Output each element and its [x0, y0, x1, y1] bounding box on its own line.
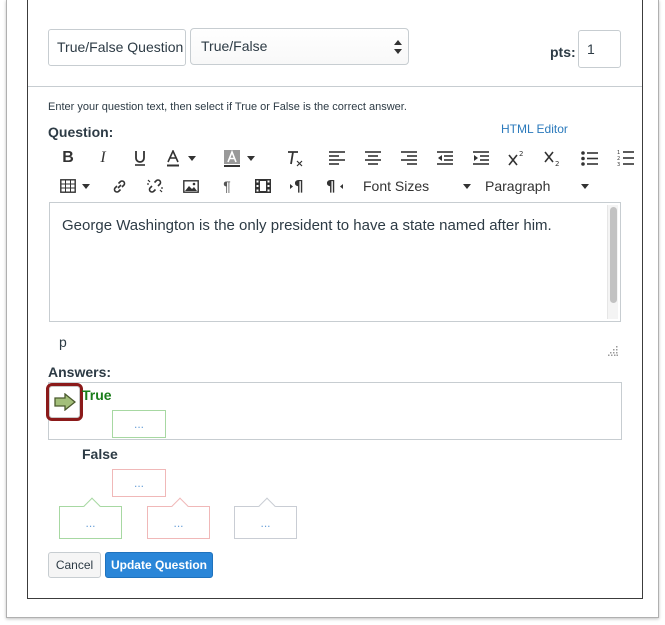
align-right-icon[interactable] [398, 146, 420, 170]
question-name-input[interactable]: True/False Question [48, 29, 186, 66]
editor-toolbar-row-1: B I 2 2 1 2 3 [48, 146, 634, 172]
answer-true-comment[interactable]: ... [112, 410, 166, 438]
select-correct-answer-button[interactable] [46, 383, 83, 421]
points-input[interactable]: 1 [578, 30, 621, 68]
answer-true-label: True [82, 387, 112, 403]
outdent-icon[interactable] [434, 146, 456, 170]
paragraph-mark-icon[interactable]: ¶ [216, 174, 238, 198]
bubble-notch [171, 497, 189, 515]
question-editor-panel: True/False Question True/False pts: 1 En… [27, 0, 643, 599]
ltr-icon[interactable]: ¶ [288, 174, 310, 198]
question-header: True/False Question True/False pts: 1 [28, 0, 642, 87]
answer-false-comment[interactable]: ... [112, 469, 166, 497]
question-type-value: True/False [201, 38, 268, 54]
editor-scrollbar[interactable] [607, 205, 618, 319]
question-text[interactable]: George Washington is the only president … [62, 217, 552, 234]
indent-icon[interactable] [470, 146, 492, 170]
align-left-icon[interactable] [326, 146, 348, 170]
right-arrow-icon [53, 393, 76, 411]
rtl-icon[interactable]: ¶ [324, 174, 346, 198]
update-question-button[interactable]: Update Question [105, 552, 213, 578]
comment-placeholder: ... [133, 476, 144, 490]
unlink-icon[interactable] [144, 174, 166, 198]
editor-path-indicator: p [59, 334, 67, 350]
paragraph-dropdown[interactable]: Paragraph [485, 174, 605, 198]
font-sizes-label: Font Sizes [363, 178, 430, 194]
bubble-notch [83, 497, 101, 515]
bubble-notch [258, 497, 276, 515]
comment-placeholder: ... [85, 515, 96, 530]
align-center-icon[interactable] [362, 146, 384, 170]
numbered-list-icon[interactable]: 123 [614, 146, 636, 170]
svg-text:2: 2 [555, 160, 559, 166]
italic-icon[interactable]: I [93, 146, 113, 170]
image-icon[interactable] [180, 174, 202, 198]
question-type-select[interactable]: True/False [190, 28, 409, 65]
cancel-button[interactable]: Cancel [48, 552, 101, 578]
svg-text:2: 2 [519, 150, 523, 158]
svg-text:3: 3 [617, 162, 620, 166]
bold-icon[interactable]: B [58, 146, 78, 170]
paragraph-label: Paragraph [485, 178, 551, 194]
link-icon[interactable] [108, 174, 130, 198]
background-color-icon[interactable] [224, 146, 260, 170]
points-label: pts: [550, 44, 576, 60]
instructions-text: Enter your question text, then select if… [48, 101, 407, 113]
bullet-list-icon[interactable] [578, 146, 600, 170]
comment-placeholder: ... [133, 417, 144, 431]
clear-formatting-icon[interactable] [284, 146, 306, 170]
svg-text:¶: ¶ [326, 178, 336, 194]
answer-false-label: False [82, 446, 118, 462]
select-arrows-icon [394, 40, 402, 54]
correct-answer-comment[interactable]: ... [59, 497, 122, 539]
svg-text:¶: ¶ [294, 178, 304, 194]
subscript-icon[interactable]: 2 [542, 146, 564, 170]
question-label: Question: [48, 124, 114, 140]
editor-toolbar-row-2: ¶ ¶ ¶ Font Sizes Paragraph [48, 174, 618, 200]
answers-label: Answers: [48, 364, 112, 380]
underline-icon[interactable] [130, 146, 150, 170]
font-sizes-dropdown[interactable]: Font Sizes [363, 174, 475, 198]
comment-placeholder: ... [173, 515, 184, 530]
table-icon[interactable] [60, 174, 94, 198]
comment-placeholder: ... [260, 515, 271, 530]
neutral-answer-comment[interactable]: ... [234, 497, 297, 539]
resize-grip-icon[interactable] [608, 346, 618, 356]
text-color-icon[interactable] [166, 146, 202, 170]
rich-text-editor[interactable]: George Washington is the only president … [49, 202, 621, 322]
scrollbar-thumb[interactable] [610, 207, 617, 303]
incorrect-answer-comment[interactable]: ... [147, 497, 210, 539]
superscript-icon[interactable]: 2 [506, 146, 528, 170]
html-editor-link[interactable]: HTML Editor [501, 122, 568, 136]
media-icon[interactable] [252, 174, 274, 198]
caret-down-icon [581, 183, 590, 189]
caret-down-icon [463, 183, 472, 189]
